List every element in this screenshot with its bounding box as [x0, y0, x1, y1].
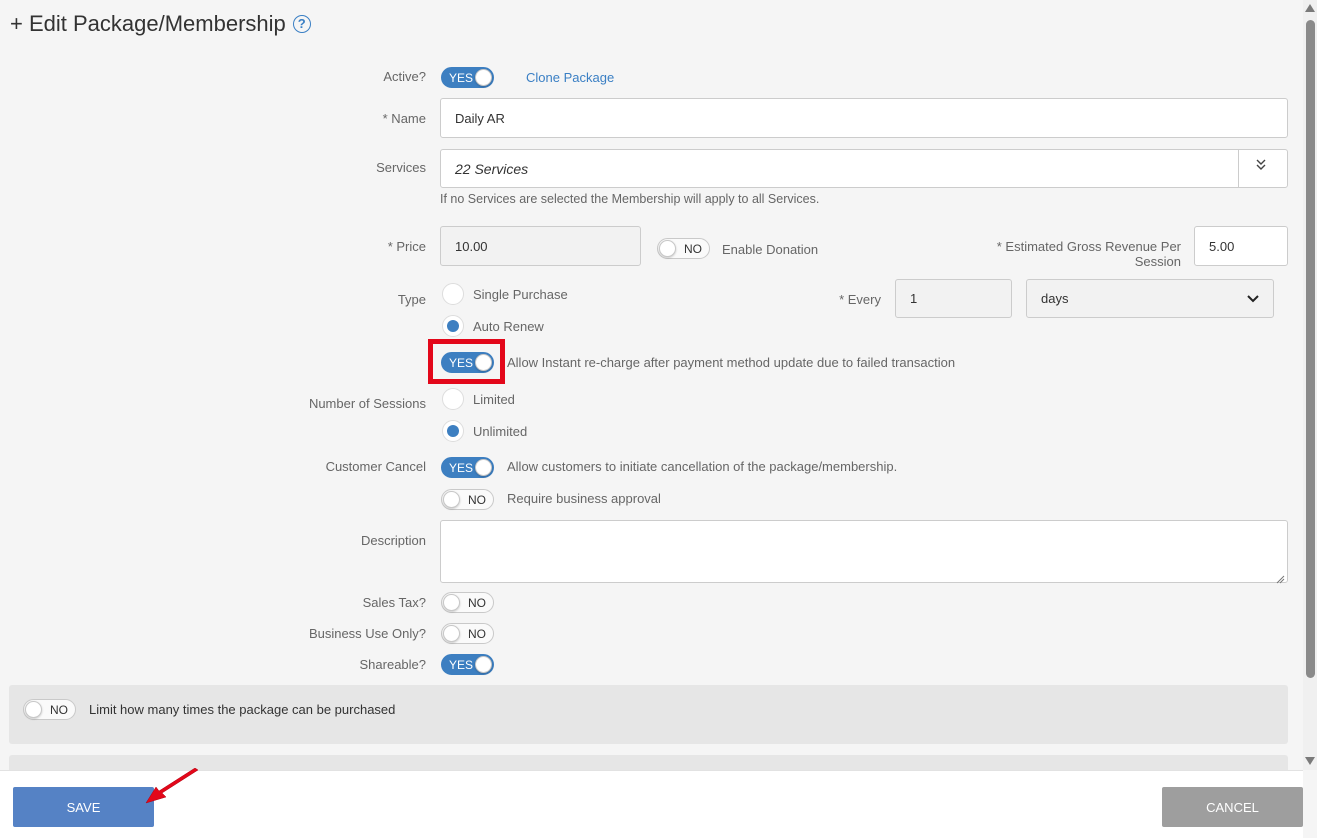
services-select[interactable]: 22 Services — [440, 149, 1288, 188]
toggle-knob — [475, 354, 492, 371]
revenue-label: * Estimated Gross Revenue Per Session — [980, 239, 1181, 269]
toggle-knob — [443, 491, 460, 508]
name-input[interactable]: Daily AR — [440, 98, 1288, 138]
donation-toggle[interactable]: NO — [657, 238, 710, 259]
donation-label: Enable Donation — [722, 242, 819, 257]
customer-cancel-text: Allow customers to initiate cancellation… — [507, 459, 898, 474]
limited-label: Limited — [473, 392, 515, 407]
auto-renew-label: Auto Renew — [473, 319, 544, 334]
every-label: * Every — [839, 292, 881, 307]
name-label: * Name — [382, 111, 426, 126]
approval-text: Require business approval — [507, 491, 661, 506]
save-button[interactable]: SAVE — [13, 787, 154, 827]
chevron-down-icon — [1247, 291, 1259, 306]
every-unit-select[interactable]: days — [1026, 279, 1274, 318]
scroll-down-arrow-icon[interactable] — [1305, 757, 1315, 765]
customer-cancel-label: Customer Cancel — [325, 459, 426, 474]
unlimited-label: Unlimited — [473, 424, 528, 439]
active-toggle-text: YES — [449, 70, 474, 85]
red-arrow-annotation-icon — [145, 768, 199, 804]
shareable-toggle[interactable]: YES — [441, 654, 494, 675]
customer-cancel-toggle[interactable]: YES — [441, 457, 494, 478]
revenue-label-line2: Session — [1134, 254, 1181, 269]
business-use-label: Business Use Only? — [308, 626, 426, 641]
services-label: Services — [376, 160, 426, 175]
services-divider — [1238, 150, 1239, 187]
donation-toggle-text: NO — [684, 241, 702, 256]
scrollbar[interactable] — [1303, 0, 1317, 770]
limit-purchases-toggle[interactable]: NO — [23, 699, 76, 720]
page-title-text: + Edit Package/Membership — [10, 11, 286, 36]
toggle-knob — [25, 701, 42, 718]
limit-toggle-text: NO — [50, 702, 68, 717]
toggle-knob — [475, 459, 492, 476]
scroll-thumb[interactable] — [1306, 20, 1315, 678]
radio-limited[interactable] — [442, 388, 464, 410]
price-input[interactable]: 10.00 — [440, 226, 641, 266]
sales-tax-toggle-text: NO — [468, 595, 486, 610]
shareable-label: Shareable? — [359, 657, 427, 672]
toggle-knob — [443, 625, 460, 642]
sales-tax-toggle[interactable]: NO — [441, 592, 494, 613]
approval-toggle[interactable]: NO — [441, 489, 494, 510]
page-title: + Edit Package/Membership ? — [10, 11, 311, 37]
cancel-button[interactable]: CANCEL — [1162, 787, 1303, 827]
toggle-knob — [659, 240, 676, 257]
recharge-label: Allow Instant re-charge after payment me… — [507, 355, 956, 370]
resize-handle-icon[interactable] — [1276, 571, 1285, 589]
limit-purchases-text: Limit how many times the package can be … — [89, 702, 396, 717]
price-label: * Price — [387, 239, 426, 254]
customer-cancel-toggle-text: YES — [449, 460, 474, 475]
approval-toggle-text: NO — [468, 492, 486, 507]
help-icon[interactable]: ? — [292, 15, 311, 33]
toggle-knob — [475, 656, 492, 673]
services-hint: If no Services are selected the Membersh… — [440, 192, 820, 206]
revenue-input[interactable]: 5.00 — [1194, 226, 1288, 266]
radio-auto-renew[interactable] — [442, 315, 464, 337]
sessions-label: Number of Sessions — [308, 396, 426, 411]
business-use-toggle-text: NO — [468, 626, 486, 641]
limit-purchases-panel: NO Limit how many times the package can … — [9, 685, 1288, 744]
single-purchase-label: Single Purchase — [473, 287, 568, 302]
toggle-knob — [475, 69, 492, 86]
radio-unlimited[interactable] — [442, 420, 464, 442]
description-label: Description — [360, 533, 426, 548]
description-textarea[interactable] — [440, 520, 1288, 583]
sales-tax-label: Sales Tax? — [362, 595, 426, 610]
toggle-knob — [443, 594, 460, 611]
scroll-up-arrow-icon[interactable] — [1305, 4, 1315, 12]
services-value: 22 Services — [455, 160, 529, 177]
type-label: Type — [397, 292, 426, 307]
every-unit-value: days — [1041, 291, 1069, 306]
clone-package-link[interactable]: Clone Package — [526, 70, 614, 85]
recharge-toggle[interactable]: YES — [441, 352, 494, 373]
chevron-double-down-icon[interactable] — [1255, 158, 1267, 175]
revenue-label-line1: * Estimated Gross Revenue Per — [996, 239, 1181, 254]
active-toggle[interactable]: YES — [441, 67, 494, 88]
every-input[interactable]: 1 — [895, 279, 1012, 318]
shareable-toggle-text: YES — [449, 657, 474, 672]
recharge-toggle-text: YES — [449, 355, 474, 370]
radio-single-purchase[interactable] — [442, 283, 464, 305]
business-use-toggle[interactable]: NO — [441, 623, 494, 644]
active-label: Active? — [383, 69, 426, 84]
